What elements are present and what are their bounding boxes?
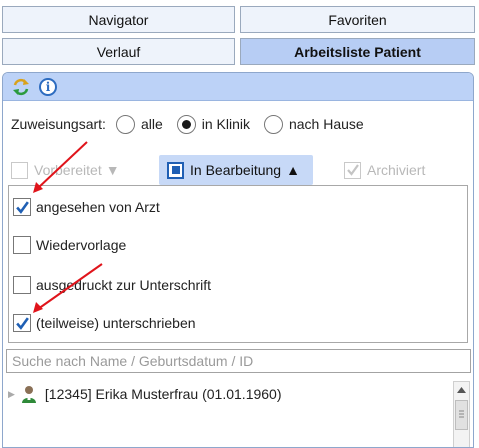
substatus-item-unterschrieben[interactable]: (teilweise) unterschrieben <box>9 310 467 336</box>
substatus-item-label: angesehen von Arzt <box>36 199 160 215</box>
radio-button[interactable] <box>263 114 283 134</box>
tab-navigator-label: Navigator <box>88 11 149 28</box>
radio-alle[interactable]: alle <box>115 114 163 134</box>
worklist-panel: i Zuweisungsart: alle in Klinik nach Hau… <box>2 72 474 448</box>
status-filter-row: Vorbereitet ▼ In Bearbeitung ▲ Archivier… <box>3 155 473 185</box>
checkbox-unchecked[interactable] <box>13 236 31 254</box>
substatus-item-label: Wiedervorlage <box>36 237 127 253</box>
search-input[interactable] <box>6 349 471 373</box>
vorbereitet-checkbox[interactable] <box>11 161 28 179</box>
radio-alle-label: alle <box>140 116 163 132</box>
substatus-item-ausgedruckt[interactable]: ausgedruckt zur Unterschrift <box>9 272 467 298</box>
checkmark-icon <box>15 316 29 330</box>
checkmark-icon <box>346 164 359 176</box>
checkbox-unchecked[interactable] <box>13 276 31 294</box>
tab-arbeitsliste-patient[interactable]: Arbeitsliste Patient <box>240 38 475 65</box>
radio-button[interactable] <box>115 114 135 134</box>
filter-vorbereitet[interactable]: Vorbereitet ▼ <box>11 155 120 185</box>
assignment-type-row: Zuweisungsart: alle in Klinik nach Hause <box>3 111 473 137</box>
substatus-item-wiedervorlage[interactable]: Wiedervorlage <box>9 232 467 258</box>
checkmark-icon <box>15 200 29 214</box>
panel-toolbar: i <box>3 73 473 101</box>
tab-favoriten-label: Favoriten <box>328 11 387 28</box>
radio-nach-hause[interactable]: nach Hause <box>263 114 364 134</box>
filter-vorbereitet-label: Vorbereitet <box>34 162 102 178</box>
patient-icon <box>21 385 37 403</box>
checkbox-checked[interactable] <box>13 198 31 216</box>
checkbox-checked[interactable] <box>13 314 31 332</box>
substatus-item-label: (teilweise) unterschrieben <box>36 315 196 331</box>
radio-nach-hause-label: nach Hause <box>288 116 364 132</box>
radio-in-klinik-label: in Klinik <box>201 116 250 132</box>
substatus-dropdown: angesehen von Arzt Wiedervorlage ausgedr… <box>8 185 468 343</box>
tab-verlauf[interactable]: Verlauf <box>2 38 235 65</box>
patient-list: ▶ [12345] Erika Musterfrau (01.01.1960) <box>3 377 473 447</box>
tab-favoriten[interactable]: Favoriten <box>240 6 475 33</box>
substatus-item-angesehen[interactable]: angesehen von Arzt <box>9 194 467 220</box>
tab-verlauf-label: Verlauf <box>96 43 141 60</box>
radio-in-klinik[interactable]: in Klinik <box>176 114 250 134</box>
refresh-icon[interactable] <box>11 77 31 97</box>
chevron-up-icon: ▲ <box>286 162 300 178</box>
patient-label: [12345] Erika Musterfrau (01.01.1960) <box>44 386 282 402</box>
filter-archiviert[interactable]: Archiviert <box>344 155 425 185</box>
expand-triangle-icon[interactable]: ▶ <box>8 389 15 400</box>
assignment-type-label: Zuweisungsart: <box>11 116 106 132</box>
filter-in-bearbeitung[interactable]: In Bearbeitung ▲ <box>159 155 313 185</box>
info-icon[interactable]: i <box>39 77 57 96</box>
scrollbar[interactable] <box>453 381 470 447</box>
tab-arbeitsliste-label: Arbeitsliste Patient <box>294 43 421 60</box>
filter-in-bearbeitung-label: In Bearbeitung <box>190 162 282 178</box>
scroll-up-arrow-icon[interactable] <box>454 382 469 398</box>
scroll-thumb[interactable] <box>455 400 468 430</box>
substatus-item-label: ausgedruckt zur Unterschrift <box>36 277 212 293</box>
tab-navigator[interactable]: Navigator <box>2 6 235 33</box>
radio-button-selected[interactable] <box>176 114 196 134</box>
patient-list-item[interactable]: ▶ [12345] Erika Musterfrau (01.01.1960) <box>8 383 282 405</box>
filter-archiviert-label: Archiviert <box>367 162 426 178</box>
in-bearbeitung-checkbox[interactable] <box>167 161 184 179</box>
chevron-down-icon: ▼ <box>105 162 120 178</box>
archiviert-checkbox[interactable] <box>344 161 361 179</box>
